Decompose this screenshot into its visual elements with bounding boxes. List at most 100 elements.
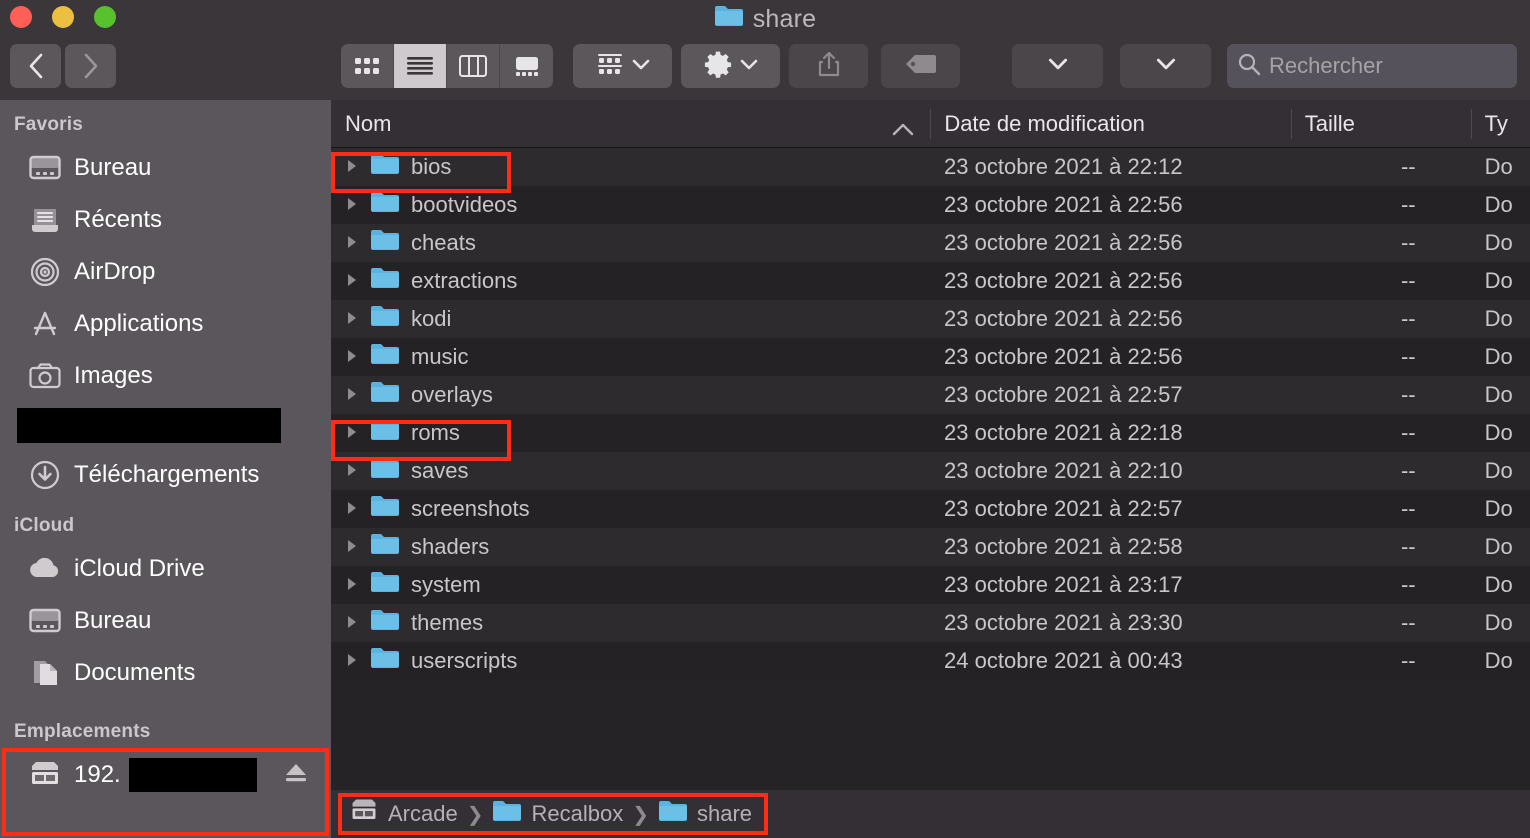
disclosure-triangle-icon[interactable] (345, 154, 359, 180)
column-header-nom[interactable]: Nom (331, 100, 930, 148)
file-name-label: cheats (411, 230, 476, 255)
table-row[interactable]: music 23 octobre 2021 à 22:56 -- Do (331, 338, 1530, 376)
chevron-down-icon (1048, 57, 1068, 75)
disclosure-triangle-icon[interactable] (345, 610, 359, 636)
table-row[interactable]: userscripts 24 octobre 2021 à 00:43 -- Do (331, 642, 1530, 680)
file-name-label: screenshots (411, 496, 530, 521)
disclosure-triangle-icon[interactable] (345, 458, 359, 484)
file-date-cell: 23 octobre 2021 à 22:57 (944, 382, 1183, 407)
list-view-button[interactable] (394, 44, 447, 88)
sidebar-item-applications[interactable]: Applications (0, 298, 331, 350)
file-type-cell: Do (1484, 344, 1513, 369)
sidebar-item-telechargements[interactable]: Téléchargements (0, 449, 331, 501)
file-type-cell: Do (1484, 382, 1513, 407)
gallery-view-button[interactable] (500, 44, 553, 88)
file-name-cell[interactable]: roms (331, 418, 930, 448)
table-row[interactable]: bootvideos 23 octobre 2021 à 22:56 -- Do (331, 186, 1530, 224)
table-row[interactable]: saves 23 octobre 2021 à 22:10 -- Do (331, 452, 1530, 490)
action-menu-button[interactable] (681, 44, 780, 88)
file-name-cell[interactable]: themes (331, 608, 930, 638)
desktop-icon (28, 606, 62, 636)
disclosure-triangle-icon[interactable] (345, 534, 359, 560)
file-name-cell[interactable]: system (331, 570, 930, 600)
column-header-type[interactable]: Ty (1470, 100, 1530, 148)
column-view-button[interactable] (447, 44, 500, 88)
forward-button[interactable] (65, 44, 116, 88)
table-row[interactable]: shaders 23 octobre 2021 à 22:58 -- Do (331, 528, 1530, 566)
dropdown-button-1[interactable] (1012, 44, 1103, 88)
file-name-cell[interactable]: shaders (331, 532, 930, 562)
disclosure-triangle-icon[interactable] (345, 268, 359, 294)
file-name-cell[interactable]: music (331, 342, 930, 372)
table-row[interactable]: kodi 23 octobre 2021 à 22:56 -- Do (331, 300, 1530, 338)
breadcrumb-arcade[interactable]: Arcade (349, 798, 458, 830)
search-input-placeholder[interactable]: Rechercher (1269, 53, 1383, 79)
file-name-cell[interactable]: saves (331, 456, 930, 486)
file-name-cell[interactable]: extractions (331, 266, 930, 296)
disclosure-triangle-icon[interactable] (345, 382, 359, 408)
file-name-cell[interactable]: userscripts (331, 646, 930, 676)
file-type-cell: Do (1484, 610, 1513, 635)
sidebar-item-airdrop[interactable]: AirDrop (0, 246, 331, 298)
view-mode-segmented-control[interactable] (341, 44, 553, 88)
sidebar-item-label: Applications (74, 310, 204, 337)
file-size-cell: -- (1400, 268, 1416, 293)
search-field[interactable]: Rechercher (1227, 44, 1517, 88)
sidebar-item-redacted[interactable] (17, 408, 281, 443)
file-date-cell: 23 octobre 2021 à 22:57 (944, 496, 1183, 521)
eject-button[interactable] (283, 761, 309, 790)
sidebar-item-images[interactable]: Images (0, 350, 331, 402)
disclosure-triangle-icon[interactable] (345, 230, 359, 256)
dropdown-button-2[interactable] (1120, 44, 1211, 88)
file-size-cell: -- (1400, 154, 1416, 179)
disclosure-triangle-icon[interactable] (345, 306, 359, 332)
file-name-label: shaders (411, 534, 490, 559)
group-by-button[interactable] (573, 44, 672, 88)
disclosure-triangle-icon[interactable] (345, 572, 359, 598)
folder-icon (370, 418, 400, 448)
disclosure-triangle-icon[interactable] (345, 192, 359, 218)
icon-view-button[interactable] (341, 44, 394, 88)
disclosure-triangle-icon[interactable] (345, 496, 359, 522)
table-row[interactable]: extractions 23 octobre 2021 à 22:56 -- Do (331, 262, 1530, 300)
disclosure-triangle-icon[interactable] (345, 344, 359, 370)
sidebar-item-icloud-drive[interactable]: iCloud Drive (0, 543, 331, 595)
documents-icon (28, 658, 62, 688)
file-size-cell: -- (1400, 192, 1416, 217)
disclosure-triangle-icon[interactable] (345, 420, 359, 446)
tags-button[interactable] (881, 44, 960, 88)
file-date-cell: 23 octobre 2021 à 22:56 (944, 268, 1183, 293)
table-row[interactable]: roms 23 octobre 2021 à 22:18 -- Do (331, 414, 1530, 452)
disclosure-triangle-icon[interactable] (345, 648, 359, 674)
sidebar-item-icloud-bureau[interactable]: Bureau (0, 595, 331, 647)
table-row[interactable]: themes 23 octobre 2021 à 23:30 -- Do (331, 604, 1530, 642)
file-name-label: bootvideos (411, 192, 518, 217)
column-header-taille[interactable]: Taille (1290, 100, 1471, 148)
file-name-label: saves (411, 458, 469, 483)
back-button[interactable] (10, 44, 61, 88)
file-name-cell[interactable]: overlays (331, 380, 930, 410)
file-name-cell[interactable]: cheats (331, 228, 930, 258)
column-header-date[interactable]: Date de modification (930, 100, 1290, 148)
file-name-cell[interactable]: bootvideos (331, 190, 930, 220)
breadcrumb-recalbox[interactable]: Recalbox (492, 799, 623, 829)
sidebar-item-bureau[interactable]: Bureau (0, 142, 331, 194)
share-button[interactable] (789, 44, 868, 88)
breadcrumb-share[interactable]: share (658, 799, 752, 829)
table-row[interactable]: overlays 23 octobre 2021 à 22:57 -- Do (331, 376, 1530, 414)
sidebar-item-recents[interactable]: Récents (0, 194, 331, 246)
table-row[interactable]: system 23 octobre 2021 à 23:17 -- Do (331, 566, 1530, 604)
file-name-cell[interactable]: screenshots (331, 494, 930, 524)
folder-icon (370, 646, 400, 676)
file-type-cell: Do (1484, 572, 1513, 597)
applications-icon (28, 309, 62, 339)
sidebar-item-documents[interactable]: Documents (0, 647, 331, 699)
table-row[interactable]: bios 23 octobre 2021 à 22:12 -- Do (331, 148, 1530, 186)
file-name-cell[interactable]: kodi (331, 304, 930, 334)
table-row[interactable]: cheats 23 octobre 2021 à 22:56 -- Do (331, 224, 1530, 262)
file-type-cell: Do (1484, 306, 1513, 331)
sidebar-item-server[interactable]: 192. (0, 749, 331, 801)
cloud-icon (28, 554, 62, 584)
table-row[interactable]: screenshots 23 octobre 2021 à 22:57 -- Do (331, 490, 1530, 528)
file-name-cell[interactable]: bios (331, 152, 930, 182)
